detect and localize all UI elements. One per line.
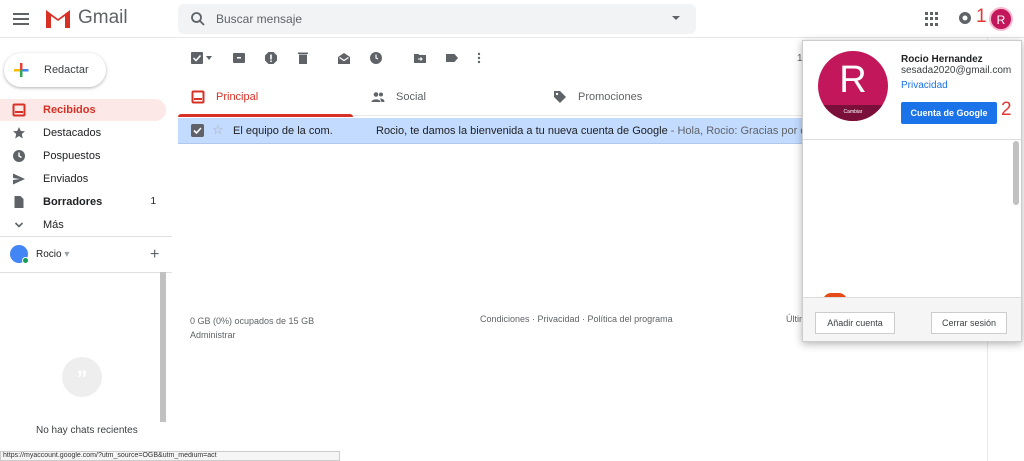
divider [0, 272, 172, 273]
sidebar-item-starred[interactable]: Destacados [0, 122, 166, 144]
new-chat-plus-icon[interactable]: + [150, 246, 159, 264]
email-snippet: - Hola, Rocio: Gracias por crear un [670, 125, 802, 137]
star-icon [13, 127, 25, 139]
delete-icon[interactable] [297, 52, 309, 64]
tab-label: Social [396, 91, 426, 103]
people-icon [371, 92, 385, 102]
chat-bubble-icon: ” [62, 357, 102, 397]
storage-info: 0 GB (0%) ocupados de 15 GB Administrar [190, 314, 314, 342]
chevron-down-icon [14, 222, 24, 228]
change-photo-label[interactable]: Cambiar [818, 105, 888, 121]
sidebar-item-label: Destacados [43, 127, 102, 139]
sidebar-item-sent[interactable]: Enviados [0, 168, 166, 190]
notifications-icon[interactable] [957, 10, 973, 26]
popup-footer: Añadir cuenta Cerrar sesión [803, 297, 1021, 341]
sidebar-item-drafts[interactable]: Borradores 1 [0, 191, 166, 213]
send-icon [13, 173, 25, 185]
account-avatar[interactable]: R [989, 7, 1013, 31]
search-input[interactable]: Buscar mensaje [216, 12, 302, 26]
inbox-icon [12, 103, 26, 117]
compose-label: Redactar [44, 64, 89, 76]
sidebar-item-label: Más [43, 219, 64, 231]
account-photo-letter: R [839, 59, 867, 101]
move-to-icon[interactable] [414, 52, 426, 64]
browser-status-url: https://myaccount.google.com/?utm_source… [0, 451, 340, 461]
report-spam-icon[interactable] [265, 52, 277, 64]
plus-icon [14, 63, 29, 77]
no-chats-text: No hay chats recientes [36, 425, 138, 436]
account-name: Rocio Hernandez [901, 54, 983, 65]
email-sender: El equipo de la com. [233, 125, 333, 137]
hangouts-user-name: Rocio ▾ [36, 249, 70, 260]
label-icon[interactable] [446, 52, 458, 64]
search-icon[interactable] [190, 11, 206, 27]
email-subject-line: Rocio, te damos la bienvenida a tu nueva… [376, 125, 802, 137]
mark-read-icon[interactable] [338, 52, 350, 64]
tab-promotions[interactable]: Promociones [540, 78, 715, 116]
privacy-link[interactable]: Privacidad [901, 80, 948, 91]
email-row[interactable]: ☆ El equipo de la com. Rocio, te damos l… [178, 118, 802, 144]
hangouts-caret-icon[interactable]: ▾ [64, 249, 69, 260]
storage-usage: 0 GB (0%) ocupados de 15 GB [190, 316, 315, 326]
sidebar-item-label: Recibidos [43, 104, 96, 116]
top-bar: Gmail Buscar mensaje 1 R [0, 0, 1024, 38]
main-menu-icon[interactable] [13, 10, 29, 26]
drafts-count: 1 [150, 196, 156, 207]
snooze-icon[interactable] [370, 52, 382, 64]
sidebar: Redactar Recibidos Destacados Pospuestos… [0, 38, 172, 461]
online-status-icon [22, 257, 29, 264]
row-checkbox-icon[interactable] [191, 124, 204, 137]
active-tab-indicator [178, 114, 353, 117]
divider [803, 139, 1021, 140]
account-popup: R Cambiar Rocio Hernandez sesada2020@gma… [802, 40, 1022, 342]
sidebar-item-label: Enviados [43, 173, 89, 185]
account-email: sesada2020@gmail.com [901, 65, 1012, 76]
sidebar-item-label: Borradores [43, 196, 103, 208]
gmail-logo[interactable]: Gmail [44, 7, 128, 29]
archive-icon[interactable] [233, 52, 245, 64]
email-subject: Rocio, te damos la bienvenida a tu nueva… [376, 125, 668, 137]
message-toolbar: 1 [178, 46, 803, 72]
sidebar-scrollbar[interactable] [160, 272, 166, 422]
search-bar[interactable]: Buscar mensaje [178, 4, 696, 34]
search-options-icon[interactable] [672, 16, 680, 20]
star-toggle-icon[interactable]: ☆ [212, 122, 224, 138]
gmail-m-icon [46, 10, 70, 28]
google-account-button[interactable]: Cuenta de Google [901, 102, 997, 124]
tab-principal[interactable]: Principal [178, 78, 353, 117]
compose-button[interactable]: Redactar [4, 53, 106, 87]
tag-icon [554, 91, 566, 103]
apps-grid-icon[interactable] [925, 12, 939, 26]
popup-scrollbar[interactable] [1013, 141, 1019, 205]
more-vertical-icon[interactable] [477, 52, 481, 64]
tab-label: Promociones [578, 91, 643, 103]
draft-icon [14, 196, 24, 208]
sidebar-item-inbox[interactable]: Recibidos [0, 99, 166, 121]
select-dropdown-icon[interactable] [206, 56, 212, 60]
tab-social[interactable]: Social [358, 78, 533, 116]
sidebar-item-more[interactable]: Más [0, 214, 166, 236]
sidebar-item-snoozed[interactable]: Pospuestos [0, 145, 166, 167]
manage-storage-link[interactable]: Administrar [190, 328, 314, 342]
clock-icon [13, 150, 25, 162]
sign-out-button[interactable]: Cerrar sesión [931, 312, 1007, 334]
footer-links[interactable]: Condiciones · Privacidad · Política del … [480, 314, 673, 324]
hangouts-user[interactable]: Rocio ▾ + [10, 245, 170, 265]
add-account-button[interactable]: Añadir cuenta [815, 312, 895, 334]
divider [0, 236, 172, 237]
category-tabs: Principal Social Promociones [178, 78, 802, 117]
annotation-marker-2: 2 [1001, 99, 1012, 120]
tab-label: Principal [216, 91, 259, 103]
annotation-marker-1: 1 [976, 6, 987, 27]
sidebar-item-label: Pospuestos [43, 150, 101, 162]
app-name: Gmail [78, 7, 128, 28]
account-photo[interactable]: R Cambiar [818, 51, 888, 121]
inbox-icon [191, 90, 205, 104]
select-all-checkbox-icon[interactable] [191, 52, 203, 64]
